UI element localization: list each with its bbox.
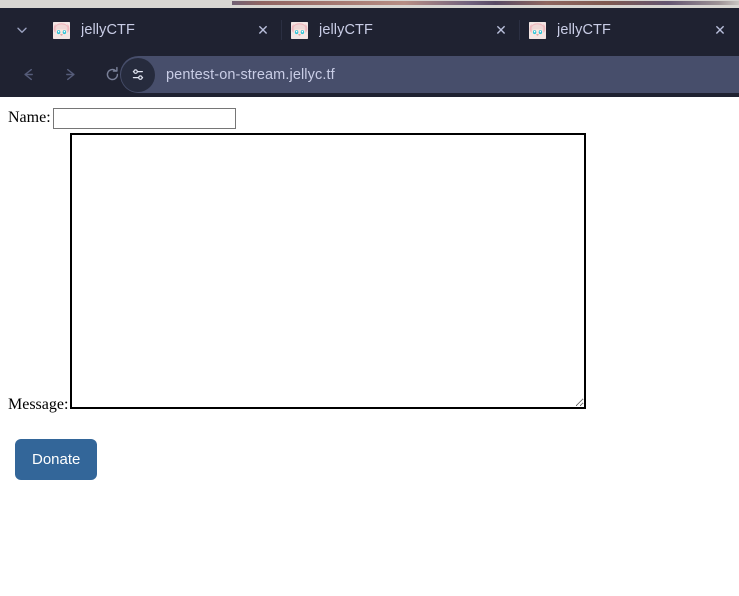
back-arrow-icon[interactable] xyxy=(10,57,46,93)
tab-strip: jellyCTF ✕ jellyCTF ✕ jellyCTF ✕ xyxy=(0,8,739,52)
tab-close-icon[interactable]: ✕ xyxy=(707,17,733,43)
browser-chrome: jellyCTF ✕ jellyCTF ✕ jellyCTF ✕ pentest… xyxy=(0,8,739,97)
tab-jellyctf-3[interactable]: jellyCTF ✕ xyxy=(520,8,739,52)
url-bar[interactable]: pentest-on-stream.jellyc.tf xyxy=(120,56,739,93)
name-label: Name: xyxy=(8,109,51,127)
background-window-image-strip xyxy=(232,1,739,5)
tab-title: jellyCTF xyxy=(81,22,135,38)
name-input[interactable] xyxy=(52,108,236,129)
message-textarea[interactable] xyxy=(70,133,587,409)
donate-button[interactable]: Donate xyxy=(15,439,98,480)
name-field-row: Name: xyxy=(8,108,586,129)
chevron-down-icon[interactable] xyxy=(0,8,44,52)
jellyctf-favicon-icon xyxy=(291,21,308,39)
message-label: Message: xyxy=(8,396,69,413)
url-text: pentest-on-stream.jellyc.tf xyxy=(166,66,335,83)
jellyctf-favicon-icon xyxy=(53,21,70,39)
browser-toolbar: pentest-on-stream.jellyc.tf xyxy=(0,52,739,97)
tab-jellyctf-2[interactable]: jellyCTF ✕ xyxy=(282,8,520,52)
tab-close-icon[interactable]: ✕ xyxy=(250,17,276,43)
tab-close-icon[interactable]: ✕ xyxy=(488,17,514,43)
tab-jellyctf-1[interactable]: jellyCTF ✕ xyxy=(44,8,282,52)
tab-title: jellyCTF xyxy=(557,22,611,38)
background-window-sliver xyxy=(0,0,739,8)
page-content: Name: Message: Donate xyxy=(0,97,739,596)
tab-title: jellyCTF xyxy=(319,22,373,38)
message-field-row: Message: xyxy=(8,133,587,414)
forward-arrow-icon[interactable] xyxy=(52,57,88,93)
site-settings-sliders-icon[interactable] xyxy=(121,57,155,92)
donate-form: Name: Message: Donate xyxy=(8,108,587,480)
jellyctf-favicon-icon xyxy=(529,21,546,39)
